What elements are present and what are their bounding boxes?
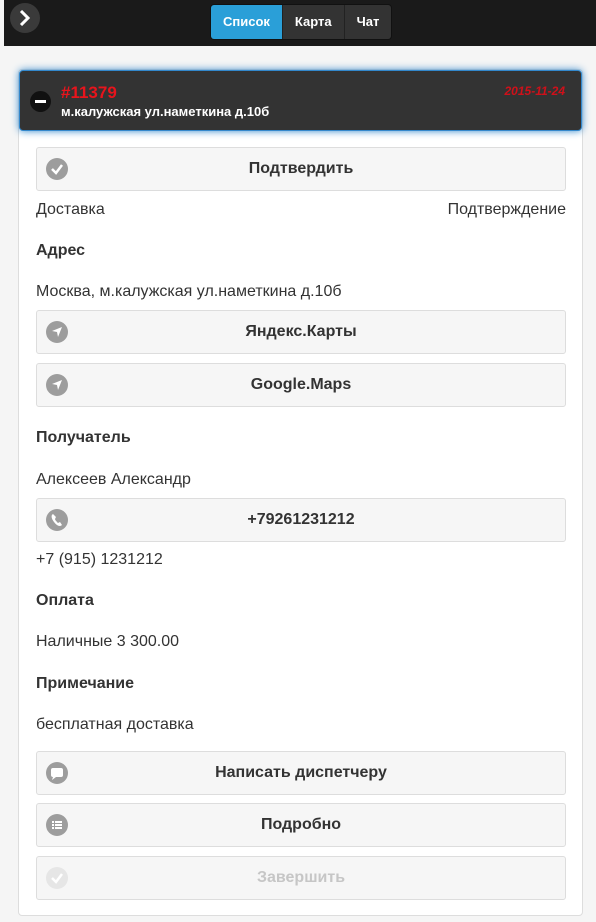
recipient-value: Алексеев Александр [36,471,191,488]
details-label: Подробно [260,816,342,833]
chevron-right-icon [19,10,31,26]
address-value: Москва, м.калужская ул.наметкина д.10б [36,283,342,300]
address-label: Адрес [36,242,86,259]
back-button[interactable] [10,3,40,33]
order-date: 2015-11-24 [504,84,566,98]
order-number: #11379 [61,83,117,102]
confirm-label: Подтвердить [248,160,354,177]
view-switcher: Список Карта Чат [210,4,393,40]
recipient-label: Получатель [36,429,131,446]
tab-list[interactable]: Список [211,5,282,39]
message-dispatcher-button[interactable]: Написать диспетчеру [36,751,566,795]
yandex-maps-button[interactable]: Яндекс.Карты [36,310,566,354]
order-header[interactable]: #11379 2015-11-24 м.калужская ул.наметки… [19,70,582,131]
payment-value: Наличные 3 300.00 [36,633,180,650]
note-label: Примечание [36,675,135,692]
finish-button[interactable]: Завершить [36,856,566,900]
payment-label: Оплата [36,592,94,609]
tab-map[interactable]: Карта [281,5,344,39]
details-button[interactable]: Подробно [36,803,566,847]
alt-phone: +7 (915) 1231212 [36,551,163,568]
finish-label: Завершить [256,869,346,886]
delivery-type: Доставка [36,201,105,218]
order-status: Подтверждение [447,201,566,218]
google-maps-button[interactable]: Google.Maps [36,363,566,407]
order-address: м.калужская ул.наметкина д.10б [61,104,270,119]
yandex-maps-label: Яндекс.Карты [245,323,357,340]
phone-label: +79261231212 [247,511,355,528]
message-dispatcher-label: Написать диспетчеру [215,764,387,781]
top-bar: Список Карта Чат [4,0,596,46]
google-maps-label: Google.Maps [250,376,352,393]
order-card: #11379 2015-11-24 м.калужская ул.наметки… [18,69,583,916]
confirm-button[interactable]: Подтвердить [36,147,566,191]
tab-chat[interactable]: Чат [343,5,392,39]
call-button[interactable]: +79261231212 [36,498,566,542]
minus-icon[interactable] [30,91,51,112]
note-value: бесплатная доставка [36,716,194,733]
